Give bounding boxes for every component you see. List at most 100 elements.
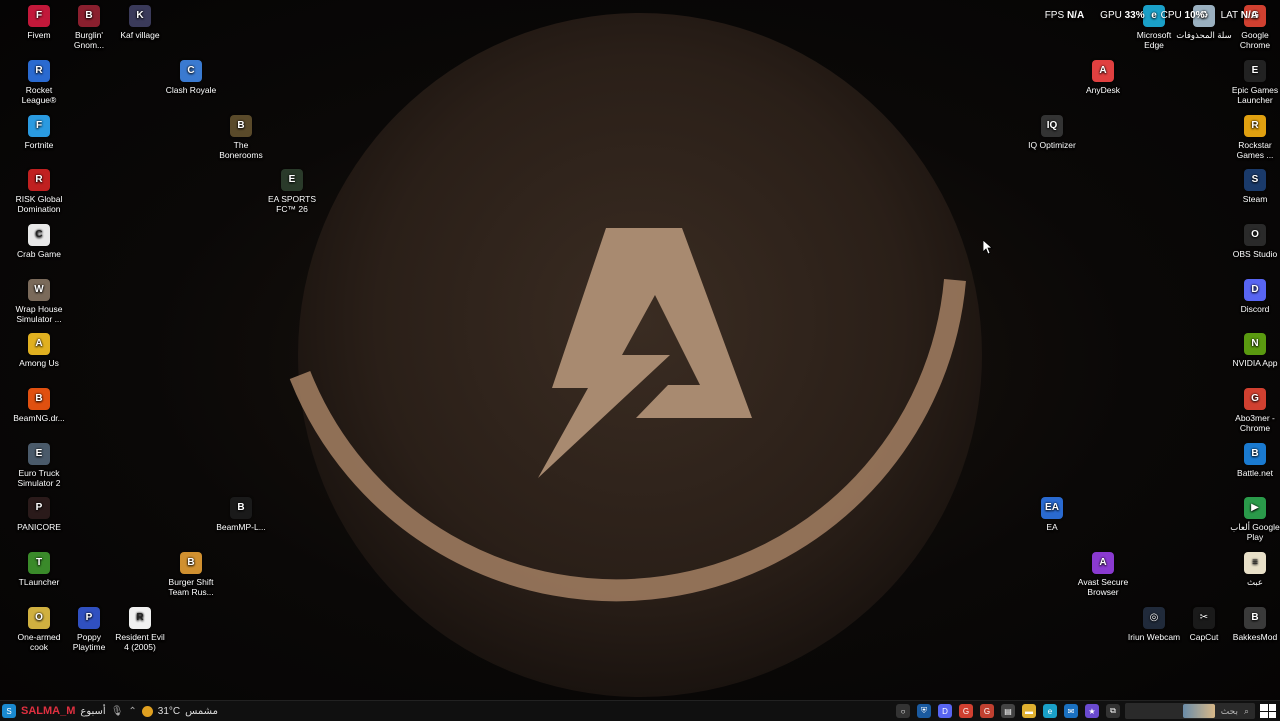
desktop-icon-crab-game[interactable]: C Crab Game xyxy=(11,224,67,259)
desktop-icon-ea-sports-fc[interactable]: E EA SPORTS FC™ 26 xyxy=(264,169,320,214)
discord-icon: D xyxy=(1244,279,1266,301)
desktop-icon-capcut[interactable]: ✂ CapCut xyxy=(1176,607,1232,642)
desktop-icon-discord[interactable]: D Discord xyxy=(1227,279,1280,314)
desktop-icon-wrap-house-simulator[interactable]: W Wrap House Simulator ... xyxy=(11,279,67,324)
desktop-icon-label: Epic Games Launcher xyxy=(1231,85,1279,105)
desktop-icon-epic-games-launcher[interactable]: E Epic Games Launcher xyxy=(1227,60,1280,105)
fivem-icon: F xyxy=(28,5,50,27)
desktop-icon-rocket-league[interactable]: R Rocket League® xyxy=(11,60,67,105)
taskbar-mail-icon[interactable]: ✉ xyxy=(1064,704,1078,718)
mouse-cursor-icon xyxy=(983,240,993,254)
desktop-icon-battle-net[interactable]: B Battle.net xyxy=(1227,443,1280,478)
desktop-icon-label: EA xyxy=(1046,522,1058,532)
desktop-icon-google-play-games[interactable]: ▶ ألعاب Google Play xyxy=(1227,497,1280,542)
desktop-icon-label: Discord xyxy=(1240,304,1270,314)
desktop-icon-euro-truck-simulator[interactable]: E Euro Truck Simulator 2 xyxy=(11,443,67,488)
desktop-icon-label: Kaf village xyxy=(120,30,160,40)
microphone-icon[interactable]: 🎙 xyxy=(111,706,124,717)
search-placeholder: بحث xyxy=(1220,705,1238,716)
taskbar-chrome-2-icon[interactable]: G xyxy=(980,704,994,718)
desktop-icon-ea-app[interactable]: EA EA xyxy=(1024,497,1080,532)
beamng-drive-icon: B xyxy=(28,388,50,410)
desktop-icon-tlauncher[interactable]: T TLauncher xyxy=(11,552,67,587)
desktop-icon-label: عبث xyxy=(1247,577,1263,587)
user-label[interactable]: SALMA_M xyxy=(21,705,75,717)
taskbar-defender-icon[interactable]: ⛨ xyxy=(917,704,931,718)
desktop-icon-abo3mer-chrome[interactable]: G Abo3mer - Chrome xyxy=(1227,388,1280,433)
desktop-icon-label: Avast Secure Browser xyxy=(1077,577,1129,597)
desktop-icon-label: BakkesMod xyxy=(1232,632,1278,642)
desktop-icon-anydesk[interactable]: A AnyDesk xyxy=(1075,60,1131,95)
capcut-icon: ✂ xyxy=(1193,607,1215,629)
desktop-icon-avast-secure-browser[interactable]: A Avast Secure Browser xyxy=(1075,552,1131,597)
desktop-icon-poppy-playtime[interactable]: P Poppy Playtime xyxy=(61,607,117,652)
desktop-icon-label: TLauncher xyxy=(18,577,60,587)
kaf-village-icon: K xyxy=(129,5,151,27)
iq-optimizer-icon: IQ xyxy=(1041,115,1063,137)
desktop-icon-fortnite[interactable]: F Fortnite xyxy=(11,115,67,150)
taskbar-chrome-icon[interactable]: G xyxy=(959,704,973,718)
desktop-icon-obs-studio[interactable]: O OBS Studio xyxy=(1227,224,1280,259)
abo3mer-chrome-icon: G xyxy=(1244,388,1266,410)
desktop-icon-resident-evil-4[interactable]: R Resident Evil 4 (2005) xyxy=(112,607,168,652)
desktop-icon-among-us[interactable]: A Among Us xyxy=(11,333,67,368)
taskbar-file-explorer-icon[interactable]: ▬ xyxy=(1022,704,1036,718)
desktop-icon-label: Steam xyxy=(1242,194,1268,204)
ea-sports-fc-icon: E xyxy=(281,169,303,191)
desktop-icon-clash-royale[interactable]: C Clash Royale xyxy=(163,60,219,95)
rocket-league-icon: R xyxy=(28,60,50,82)
start-button[interactable] xyxy=(1260,704,1276,718)
desktop-icon-beamng-drive[interactable]: B BeamNG.dr... xyxy=(11,388,67,423)
desktop-icon-iq-optimizer[interactable]: IQ IQ Optimizer xyxy=(1024,115,1080,150)
desktop-icon-label: Rockstar Games ... xyxy=(1236,140,1274,160)
iriun-webcam-icon: ◎ xyxy=(1143,607,1165,629)
crab-game-icon: C xyxy=(28,224,50,246)
desktop-icon-iriun-webcam[interactable]: ◎ Iriun Webcam xyxy=(1126,607,1182,642)
taskbar-store-icon[interactable]: ▤ xyxy=(1001,704,1015,718)
pinned-apps: ○ ⛨ D G G ▤ ▬ e ✉ ★ ⧉ xyxy=(896,704,1120,718)
taskbar-task-view-icon[interactable]: ⧉ xyxy=(1106,704,1120,718)
weather-icon[interactable] xyxy=(141,705,153,717)
desktop-icon-risk[interactable]: R RISK Global Domination xyxy=(11,169,67,214)
desktop-icon-label: BeamMP-L... xyxy=(216,522,266,532)
desktop-icon-nvidia-app[interactable]: N NVIDIA App xyxy=(1227,333,1280,368)
taskbar-discord-icon[interactable]: D xyxy=(938,704,952,718)
chevron-up-icon[interactable]: ⌃ xyxy=(128,706,136,717)
desktop-icon-the-backrooms[interactable]: B The Bonerooms xyxy=(213,115,269,160)
wrap-house-simulator-icon: W xyxy=(28,279,50,301)
desktop-icon-beammp-launcher[interactable]: B BeamMP-L... xyxy=(213,497,269,532)
desktop-icon-fivem[interactable]: F Fivem xyxy=(11,5,67,40)
desktop: F Fivem B Burglin' Gnom... K Kaf village R Rock… xyxy=(0,0,1280,700)
desktop-icon-label: RISK Global Domination xyxy=(15,194,63,214)
weather-desc[interactable]: مشمس xyxy=(185,706,218,717)
desktop-icon-label: The Bonerooms xyxy=(219,140,263,160)
desktop-icon-label: OBS Studio xyxy=(1232,249,1278,259)
battle-net-icon: B xyxy=(1244,443,1266,465)
desktop-icon-kaf-village[interactable]: K Kaf village xyxy=(112,5,168,40)
taskbar-app-icon[interactable]: ★ xyxy=(1085,704,1099,718)
weather-temp[interactable]: 31°C xyxy=(158,706,180,717)
desktop-icon-text-file[interactable]: ≡ عبث xyxy=(1227,552,1280,587)
desktop-icon-burglin-gnomes[interactable]: B Burglin' Gnom... xyxy=(61,5,117,50)
nvidia-app-icon: N xyxy=(1244,333,1266,355)
desktop-icon-rockstar-games[interactable]: R Rockstar Games ... xyxy=(1227,115,1280,160)
text-file-icon: ≡ xyxy=(1244,552,1266,574)
desktop-icon-label: AnyDesk xyxy=(1085,85,1120,95)
app-icon[interactable]: S xyxy=(2,704,16,718)
desktop-icon-label: Rocket League® xyxy=(21,85,57,105)
desktop-icon-steam[interactable]: S Steam xyxy=(1227,169,1280,204)
cpu-readout: CPU 10% xyxy=(1160,10,1205,21)
clash-royale-icon: C xyxy=(180,60,202,82)
desktop-icon-one-armed-cook[interactable]: O One-armed cook xyxy=(11,607,67,652)
desktop-icon-burger-shift[interactable]: B Burger Shift Team Rus... xyxy=(163,552,219,597)
search-box[interactable]: بحث ⌕ xyxy=(1125,703,1255,719)
poppy-playtime-icon: P xyxy=(78,607,100,629)
risk-icon: R xyxy=(28,169,50,191)
desktop-icon-label: Euro Truck Simulator 2 xyxy=(17,468,61,488)
desktop-icon-label: Wrap House Simulator ... xyxy=(15,304,63,324)
google-play-games-icon: ▶ xyxy=(1244,497,1266,519)
taskbar-cortana-icon[interactable]: ○ xyxy=(896,704,910,718)
taskbar-edge-icon[interactable]: e xyxy=(1043,704,1057,718)
desktop-icon-bakkesmod[interactable]: B BakkesMod xyxy=(1227,607,1280,642)
desktop-icon-panicore[interactable]: P PANICORE xyxy=(11,497,67,532)
